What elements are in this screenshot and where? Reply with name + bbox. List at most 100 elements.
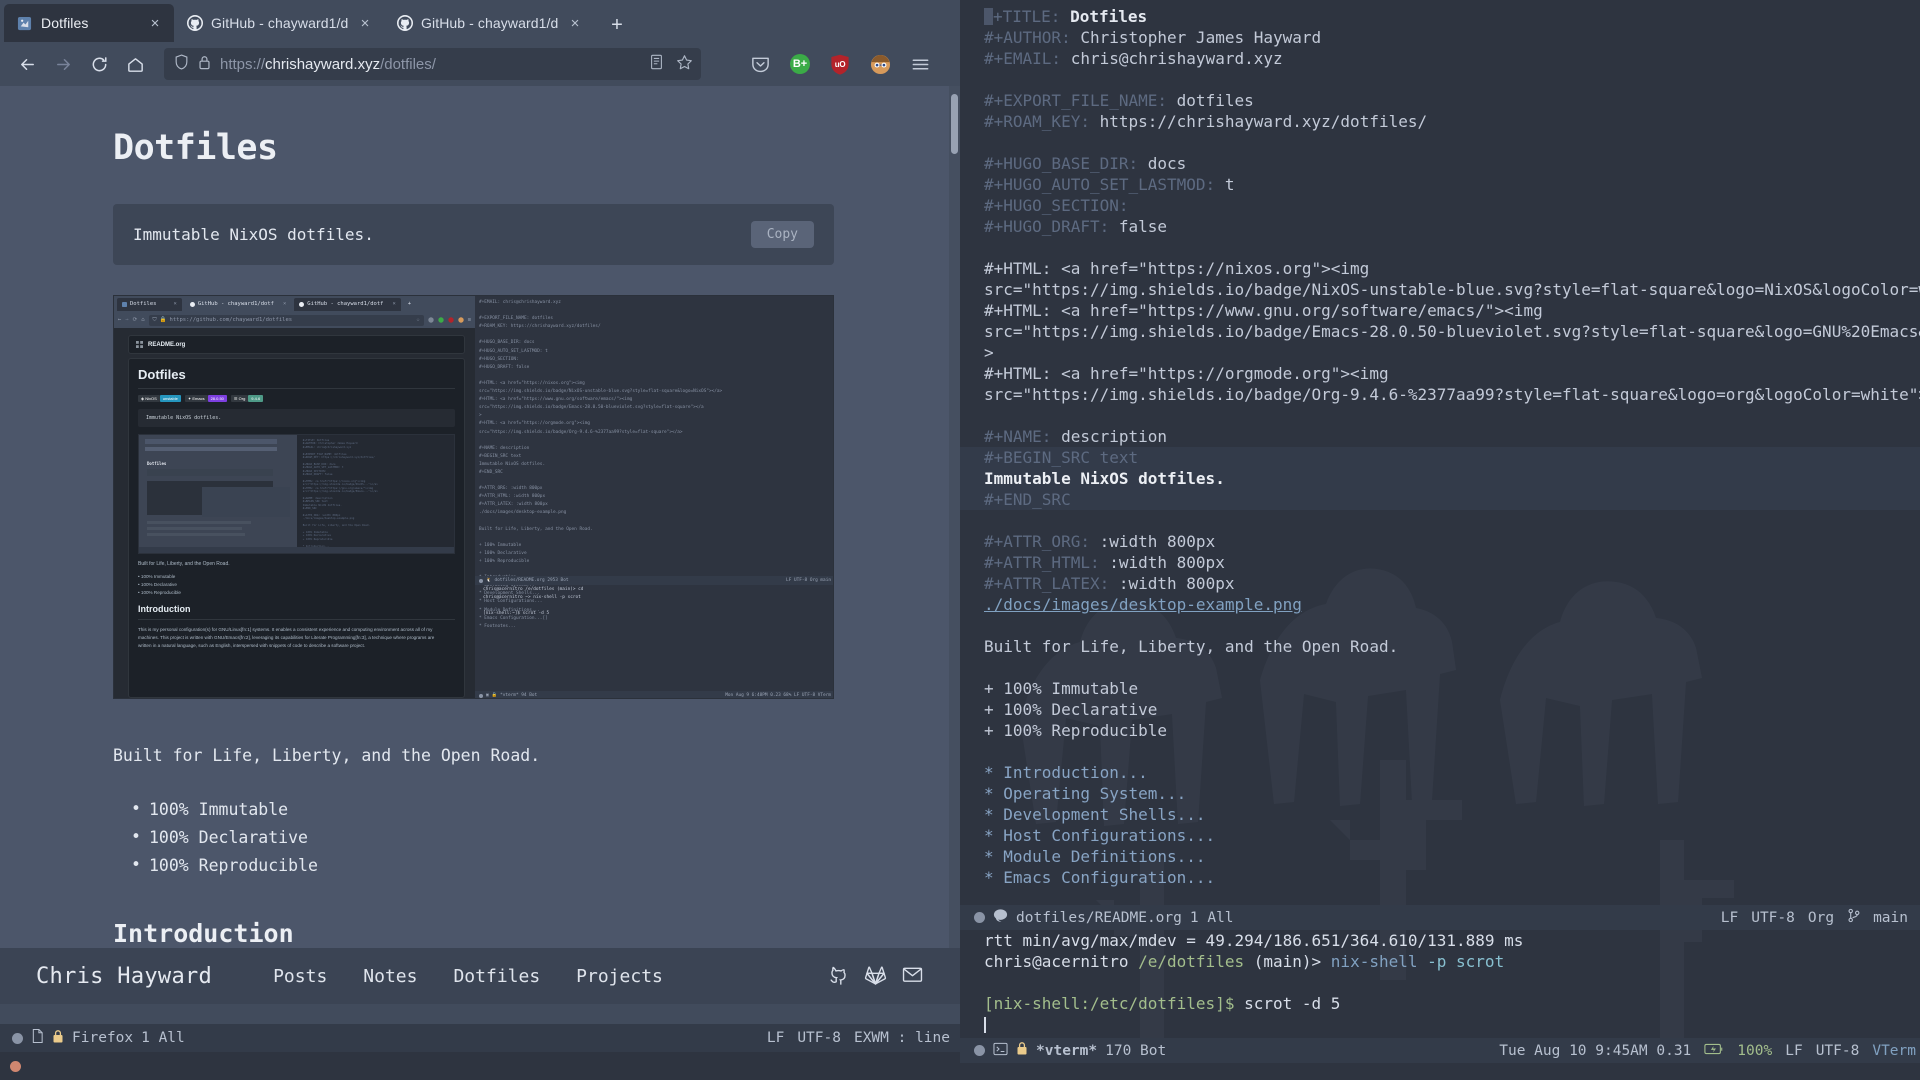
org-line — [960, 510, 1920, 531]
vterm-eol: LF — [1785, 1042, 1803, 1059]
org-line: #+HTML: <a href="https://www.gnu.org/sof… — [984, 301, 1543, 320]
modeline-position: 1 All — [141, 1030, 185, 1046]
profile-avatar-icon[interactable] — [869, 53, 891, 75]
terminal-icon — [993, 1042, 1008, 1060]
nav-link-notes[interactable]: Notes — [363, 966, 417, 987]
close-icon[interactable]: × — [566, 15, 584, 32]
list-item: 100% Declarative — [131, 823, 960, 852]
bitwarden-icon[interactable]: B+ — [789, 53, 811, 75]
close-icon[interactable]: × — [356, 15, 374, 32]
mini-terminal: chris@acernitro /e/dotfiles (main)> cd c… — [479, 586, 833, 618]
reader-view-icon[interactable] — [649, 54, 664, 74]
forward-icon[interactable] — [46, 47, 80, 81]
mini-org-modeline: 🐧 dotfiles/README.org 2953 Bot LF UTF-8 … — [475, 576, 833, 585]
feature-list: 100% Immutable 100% Declarative 100% Rep… — [131, 795, 960, 881]
org-line: * Emacs Configuration... — [984, 868, 1216, 887]
org-modeline-major-mode: Org — [1807, 909, 1835, 926]
mini-term-lines: chris@acernitro /e/dotfiles (main)> cd c… — [483, 587, 584, 617]
org-line — [960, 132, 1920, 153]
org-line: +TITLE: Dotfiles — [960, 6, 1920, 27]
mini-org-modeline-buffer: dotfiles/README.org 2953 Bot — [494, 578, 569, 583]
org-line: * Host Configurations... — [984, 826, 1216, 845]
org-line: Built for Life, Liberty, and the Open Ro… — [984, 637, 1399, 656]
modeline-major-mode: EXWM : line — [853, 1030, 950, 1046]
shield-icon[interactable] — [174, 54, 189, 74]
github-icon[interactable] — [827, 963, 850, 990]
modeline-status-dot — [974, 1045, 985, 1056]
emacs-icon — [993, 908, 1008, 927]
mini-tab-2: GitHub - chayward1/dotf × — [294, 297, 401, 311]
lock-icon[interactable] — [198, 55, 211, 74]
list-item: 100% Reproducible — [131, 851, 960, 880]
org-line: #+ATTR_HTML: :width 800px — [984, 553, 1225, 572]
org-modeline-position: 1 All — [1189, 909, 1234, 926]
scrollbar-thumb[interactable] — [951, 94, 958, 154]
file-icon — [31, 1028, 44, 1048]
org-modeline-coding: UTF-8 — [1751, 909, 1795, 926]
page-viewport: Dotfiles Immutable NixOS dotfiles. Copy … — [0, 86, 960, 1004]
echo-area-indicator — [10, 1061, 21, 1072]
url-text: https://chrishayward.xyz/dotfiles/ — [220, 55, 436, 73]
firefox-echo-area — [0, 1052, 960, 1080]
nav-link-dotfiles[interactable]: Dotfiles — [453, 966, 540, 987]
mini-github-page: README.org Dotfiles ◈ NixOS unstable ✦ Em… — [114, 328, 475, 698]
gitlab-icon[interactable] — [864, 963, 887, 990]
org-line: #+HTML: <a href="https://orgmode.org"><i… — [984, 364, 1389, 383]
vterm-buffer[interactable]: rtt min/avg/max/mdev = 49.294/186.651/36… — [960, 930, 1920, 1052]
modeline-eol: LF — [766, 1030, 785, 1046]
text-cursor — [984, 8, 993, 25]
org-line — [960, 657, 1920, 678]
org-line: #+HUGO_BASE_DIR: docs — [984, 154, 1187, 173]
page-scrollbar[interactable] — [949, 86, 960, 1004]
org-line: #+NAME: description — [984, 427, 1168, 446]
site-footer: Chris Hayward Posts Notes Dotfiles Proje… — [0, 948, 960, 1004]
org-modeline: dotfiles/README.org 1 All LF UTF-8 Org m… — [960, 905, 1920, 930]
tab-dotfiles[interactable]: Dotfiles × — [4, 4, 174, 42]
ublock-origin-icon[interactable]: uO — [829, 53, 851, 75]
terminal-line: chris@acernitro /e/dotfiles (main)> nix-… — [984, 952, 1505, 971]
description-blockquote: Immutable NixOS dotfiles. Copy — [113, 204, 834, 265]
lock-icon — [52, 1029, 64, 1048]
tab-github-1[interactable]: GitHub - chayward1/dotfi × — [174, 4, 384, 42]
emacs-window: +TITLE: Dotfiles #+AUTHOR: Christopher Ja… — [960, 0, 1920, 1080]
list-item: 100% Immutable — [131, 795, 960, 824]
bookmark-star-icon[interactable] — [676, 54, 693, 75]
nav-link-projects[interactable]: Projects — [576, 966, 663, 987]
org-line: * Introduction... — [984, 763, 1148, 782]
desktop-example-image[interactable]: Dotfiles × GitHub - chayward1/dotf × GitHu… — [113, 295, 834, 699]
org-modeline-buffer: dotfiles/README.org — [1016, 909, 1182, 926]
mini-quote: Immutable NixOS dotfiles. — [138, 409, 455, 427]
url-host: chrishayward.xyz — [265, 55, 381, 73]
copy-button[interactable]: Copy — [750, 221, 814, 248]
nav-link-posts[interactable]: Posts — [273, 966, 327, 987]
battery-percent: 100% — [1737, 1042, 1773, 1059]
modeline-status-dot — [974, 912, 985, 923]
tab-github-2[interactable]: GitHub - chayward1/dotfi × — [384, 4, 594, 42]
close-icon[interactable]: × — [146, 15, 164, 32]
app-menu-icon[interactable] — [909, 53, 931, 75]
mini-nav-toolbar: ← → ⟳ ⌂ ⛉ 🔒 https://github.com/chayward1/dot… — [114, 312, 475, 328]
mini-bullet: 100% Reproducible — [140, 590, 181, 596]
org-line: + 100% Immutable — [984, 679, 1139, 698]
site-brand[interactable]: Chris Hayward — [36, 964, 212, 989]
url-bar[interactable]: https://chrishayward.xyz/dotfiles/ — [164, 48, 701, 80]
mini-url-text: https://github.com/chayward1/dotfiles — [169, 317, 293, 323]
mini-bullet: 100% Declarative — [140, 582, 177, 588]
org-line: #+BEGIN_SRC text — [960, 447, 1920, 468]
org-line: src="https://img.shields.io/badge/Emacs-… — [984, 322, 1920, 341]
email-icon[interactable] — [901, 963, 924, 990]
back-icon[interactable] — [10, 47, 44, 81]
org-line: > — [984, 343, 994, 362]
org-buffer[interactable]: +TITLE: Dotfiles #+AUTHOR: Christopher Ja… — [960, 0, 1920, 888]
home-icon[interactable] — [118, 47, 152, 81]
pocket-icon[interactable] — [749, 53, 771, 75]
mini-vterm-buffer: *vterm* 94 Bot — [500, 693, 538, 698]
mini-tab-label: GitHub - chayward1/dotf — [197, 301, 274, 307]
tab-title: Dotfiles — [41, 15, 89, 31]
new-tab-button[interactable]: + — [600, 8, 634, 42]
reload-icon[interactable] — [82, 47, 116, 81]
org-line: #+ATTR_ORG: :width 800px — [984, 532, 1216, 551]
mini-vterm-modeline: ▣ 🔒 *vterm* 94 Bot Mon Aug 9 6:48PM 0.23 … — [475, 691, 833, 698]
vterm-position: 170 Bot — [1105, 1042, 1167, 1059]
mini-screenshot: Dotfiles × GitHub - chayward1/dotf × GitHu… — [114, 296, 833, 698]
